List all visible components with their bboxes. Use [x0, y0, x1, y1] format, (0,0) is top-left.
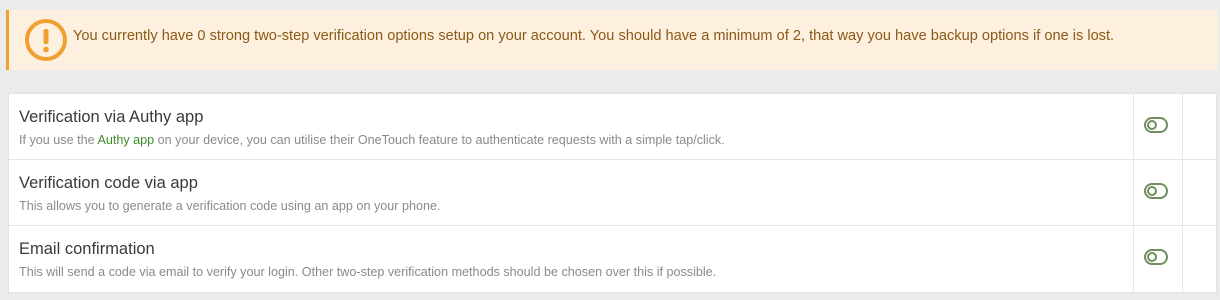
option-description: This will send a code via email to verif…	[19, 265, 717, 279]
authy-app-link[interactable]: Authy app	[97, 133, 154, 147]
two-step-options-panel: Verification via Authy app If you use th…	[8, 93, 1217, 293]
toggle-knob	[1147, 120, 1157, 130]
toggle-knob	[1147, 186, 1157, 196]
option-title: Email confirmation	[19, 240, 155, 258]
toggle-cell	[1133, 226, 1183, 292]
description-text: If you use the	[19, 133, 95, 147]
option-description: If you use the Authy app on your device,…	[19, 133, 725, 147]
verification-code-app-toggle[interactable]	[1144, 183, 1168, 199]
authy-toggle[interactable]	[1144, 117, 1168, 133]
option-email-confirmation: Email confirmation This will send a code…	[9, 226, 1216, 292]
description-text: on your device, you can utilise their On…	[157, 133, 725, 147]
option-title: Verification code via app	[19, 174, 198, 192]
toggle-cell	[1133, 94, 1183, 159]
option-verification-code-app: Verification code via app This allows yo…	[9, 160, 1216, 226]
toggle-cell	[1133, 160, 1183, 225]
option-authy: Verification via Authy app If you use th…	[9, 94, 1216, 160]
email-confirmation-toggle[interactable]	[1144, 249, 1168, 265]
option-description: This allows you to generate a verificati…	[19, 199, 441, 213]
warning-icon	[25, 19, 67, 61]
warning-message: You currently have 0 strong two-step ver…	[73, 28, 1115, 44]
two-step-warning-banner: You currently have 0 strong two-step ver…	[6, 10, 1218, 70]
toggle-knob	[1147, 252, 1157, 262]
option-title: Verification via Authy app	[19, 108, 204, 126]
